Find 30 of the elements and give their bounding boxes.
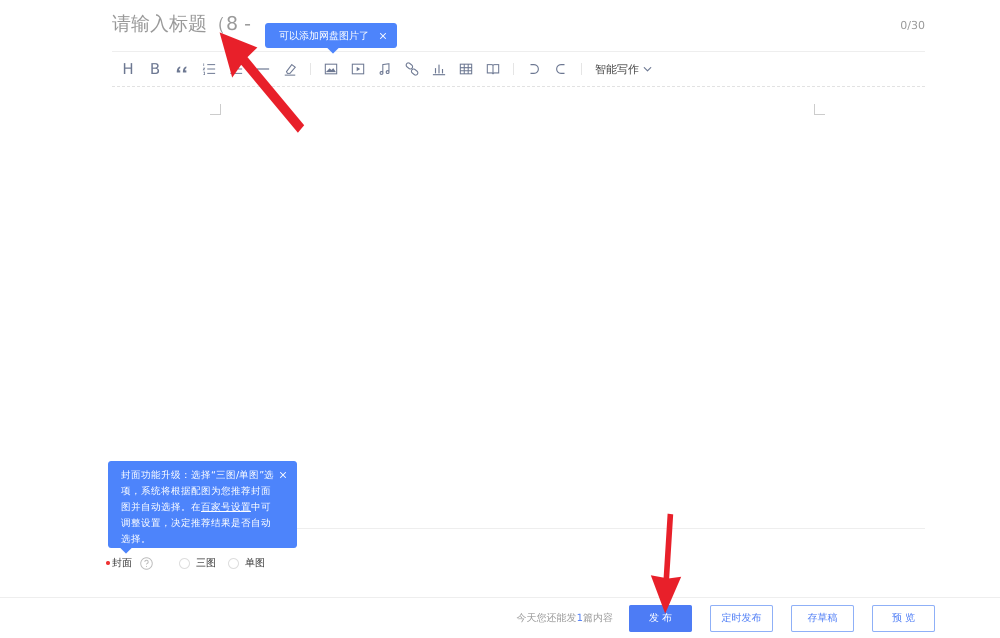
cover-option[interactable]: 三图 [179, 556, 216, 570]
music-icon[interactable] [378, 62, 392, 76]
bold-button[interactable]: B [148, 60, 162, 78]
cover-label: 封面 [112, 556, 132, 570]
ordered-list-icon[interactable] [202, 62, 216, 76]
publish-button[interactable]: 发 布 [629, 604, 692, 632]
close-icon[interactable] [279, 471, 287, 479]
tooltip-text: 封面功能升级：选择“三图/单图”选项，系统将根据配图为您推荐封面图并自动选择。在百家号设置中可调整设置，决定推荐结果是否自动选择。 [121, 469, 276, 547]
cover-option[interactable]: 单图 [228, 556, 265, 570]
radio-button[interactable] [228, 558, 239, 568]
settings-link[interactable]: 百家号设置 [201, 502, 251, 513]
radio-button[interactable] [179, 558, 190, 568]
footer-button[interactable]: 存草稿 [791, 604, 854, 632]
character-counter: 0/30 [900, 19, 925, 32]
video-icon[interactable] [351, 62, 365, 76]
image-icon[interactable] [324, 62, 338, 76]
chart-icon[interactable] [432, 62, 446, 76]
heading-button[interactable]: H [121, 60, 135, 78]
table-icon[interactable] [459, 62, 473, 76]
smart-writing-menu[interactable]: 智能写作 [595, 62, 652, 76]
close-icon[interactable] [379, 32, 387, 40]
eraser-icon[interactable] [283, 62, 297, 76]
footer-button[interactable]: 定时发布 [710, 604, 773, 632]
link-icon[interactable] [405, 62, 419, 76]
quota-text: 今天您还能发1篇内容 [516, 612, 613, 625]
footer-button[interactable]: 预 览 [872, 604, 935, 632]
option-label: 单图 [245, 556, 265, 570]
caret-icon [643, 66, 652, 72]
book-icon[interactable] [486, 62, 500, 76]
option-label: 三图 [196, 557, 216, 570]
